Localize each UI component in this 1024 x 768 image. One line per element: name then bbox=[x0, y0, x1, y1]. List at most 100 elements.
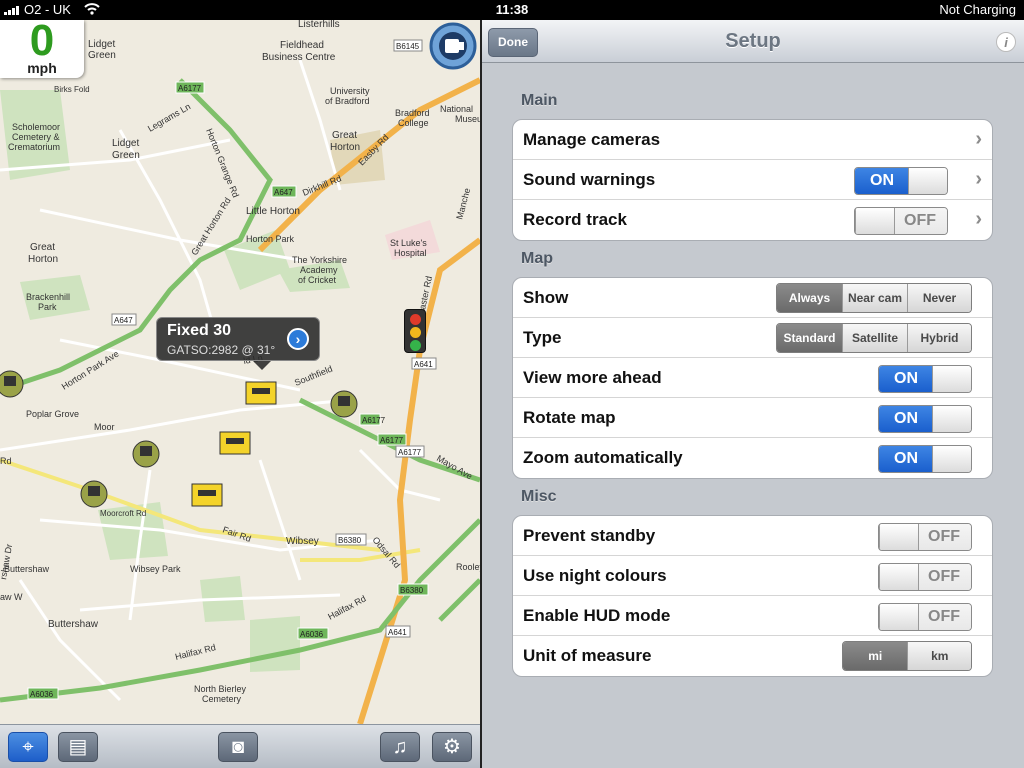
road-shield: A6036 bbox=[30, 690, 54, 699]
map-label: College bbox=[398, 118, 429, 128]
road-shield: A647 bbox=[274, 188, 293, 197]
map-label: of Cricket bbox=[298, 275, 337, 285]
map-label: Fieldhead bbox=[280, 40, 324, 51]
map-label: Legrams Ln bbox=[146, 101, 192, 133]
show-segmented-control[interactable]: Always Near cam Never bbox=[776, 283, 972, 313]
section-header-map: Map bbox=[521, 250, 553, 267]
mobile-camera-marker[interactable] bbox=[0, 370, 24, 398]
map-view[interactable]: Lidget Green Fieldhead Business Centre L… bbox=[0, 20, 480, 724]
map-label: North Bierley bbox=[194, 684, 247, 694]
speed-unit: mph bbox=[27, 60, 57, 76]
hud-mode-toggle[interactable]: OFF bbox=[878, 603, 972, 631]
camera-icon[interactable]: ◙ bbox=[218, 732, 258, 762]
gear-icon[interactable]: ⚙ bbox=[432, 732, 472, 762]
map-canvas[interactable]: Lidget Green Fieldhead Business Centre L… bbox=[0, 20, 480, 724]
road-shield: A6177 bbox=[178, 84, 202, 93]
hud-mode-row: Enable HUD mode OFF bbox=[513, 596, 992, 636]
map-label: Museu bbox=[455, 114, 480, 124]
record-track-row[interactable]: Record track OFF › bbox=[513, 200, 992, 240]
camera-status-icon[interactable] bbox=[428, 20, 478, 72]
row-label: Type bbox=[523, 328, 562, 347]
list-icon[interactable]: ▤ bbox=[58, 732, 98, 762]
map-label: Dirkhill Rd bbox=[301, 173, 343, 198]
row-label: Sound warnings bbox=[523, 170, 656, 189]
toggle-off-label: OFF bbox=[893, 208, 947, 234]
map-label: Green bbox=[112, 150, 140, 161]
type-segmented-control[interactable]: Standard Satellite Hybrid bbox=[776, 323, 972, 353]
mobile-camera-marker[interactable] bbox=[80, 480, 108, 508]
map-label: Rd bbox=[0, 456, 12, 466]
toggle-off-label: OFF bbox=[917, 604, 971, 630]
rotate-map-toggle[interactable]: ON bbox=[878, 405, 972, 433]
prevent-standby-toggle[interactable]: OFF bbox=[878, 523, 972, 551]
speed-camera-marker[interactable] bbox=[191, 483, 223, 507]
music-icon[interactable]: ♫ bbox=[380, 732, 420, 762]
map-label: Halifax Rd bbox=[174, 642, 217, 662]
unit-option-mi[interactable]: mi bbox=[843, 642, 908, 670]
toggle-off-label: OFF bbox=[917, 564, 971, 590]
speed-camera-marker[interactable] bbox=[245, 381, 277, 405]
map-label: National bbox=[440, 104, 473, 114]
setup-panel: Done Setup i Main Manage cameras › Sound… bbox=[482, 20, 1024, 768]
unit-option-km[interactable]: km bbox=[907, 642, 971, 670]
type-row: Type Standard Satellite Hybrid bbox=[513, 318, 992, 358]
row-label: View more ahead bbox=[523, 368, 662, 387]
chevron-right-icon: › bbox=[975, 208, 982, 230]
map-group: Show Always Near cam Never Type Standard… bbox=[512, 277, 993, 479]
unit-segmented-control[interactable]: mi km bbox=[842, 641, 972, 671]
toggle-knob bbox=[879, 564, 919, 590]
crosshair-icon[interactable]: ⌖ bbox=[8, 732, 48, 762]
type-option-satellite[interactable]: Satellite bbox=[842, 324, 907, 352]
prevent-standby-row: Prevent standby OFF bbox=[513, 516, 992, 556]
map-label: Poplar Grove bbox=[26, 409, 79, 419]
map-label: Cemetery bbox=[202, 694, 242, 704]
sound-warnings-toggle[interactable]: ON bbox=[854, 167, 948, 195]
row-label: Enable HUD mode bbox=[523, 606, 671, 625]
sound-warnings-row[interactable]: Sound warnings ON › bbox=[513, 160, 992, 200]
map-label: Horton bbox=[28, 254, 58, 265]
speed-camera-marker[interactable] bbox=[219, 431, 251, 455]
toggle-knob bbox=[932, 406, 971, 432]
section-header-misc: Misc bbox=[521, 488, 557, 505]
map-label: Green bbox=[88, 50, 116, 61]
unit-of-measure-row: Unit of measure mi km bbox=[513, 636, 992, 676]
status-bar: O2 - UK 11:38 Not Charging bbox=[0, 0, 1024, 20]
type-option-standard[interactable]: Standard bbox=[777, 324, 842, 352]
night-colours-row: Use night colours OFF bbox=[513, 556, 992, 596]
road-shield: B6380 bbox=[400, 586, 424, 595]
status-time: 11:38 bbox=[495, 2, 529, 17]
map-label: Moor bbox=[94, 422, 115, 432]
row-label: Use night colours bbox=[523, 566, 667, 585]
road-shield: A647 bbox=[114, 316, 133, 325]
map-toolbar: ⌖ ▤ ◙ ♫ ⚙ bbox=[0, 724, 480, 768]
row-label: Record track bbox=[523, 210, 627, 229]
manage-cameras-row[interactable]: Manage cameras › bbox=[513, 120, 992, 160]
info-icon[interactable]: i bbox=[996, 32, 1016, 52]
map-label: Southfield bbox=[293, 364, 334, 388]
map-label: Buttershaw bbox=[48, 619, 99, 630]
toggle-on-label: ON bbox=[855, 168, 909, 194]
map-label: Horton bbox=[330, 142, 360, 153]
mobile-camera-marker[interactable] bbox=[330, 390, 358, 418]
zoom-automatically-toggle[interactable]: ON bbox=[878, 445, 972, 473]
map-label: aw W bbox=[0, 592, 23, 602]
view-more-ahead-toggle[interactable]: ON bbox=[878, 365, 972, 393]
toggle-knob bbox=[879, 604, 919, 630]
road-shield: A641 bbox=[388, 628, 407, 637]
record-track-toggle[interactable]: OFF bbox=[854, 207, 948, 235]
show-option-never[interactable]: Never bbox=[907, 284, 971, 312]
misc-group: Prevent standby OFF Use night colours OF… bbox=[512, 515, 993, 677]
traffic-light-icon[interactable] bbox=[404, 309, 426, 353]
toggle-off-label: OFF bbox=[917, 524, 971, 550]
map-label: Listerhills bbox=[298, 20, 340, 30]
mobile-camera-marker[interactable] bbox=[132, 440, 160, 468]
toggle-knob bbox=[932, 446, 971, 472]
show-option-near-cam[interactable]: Near cam bbox=[842, 284, 907, 312]
night-colours-toggle[interactable]: OFF bbox=[878, 563, 972, 591]
chevron-right-icon[interactable]: › bbox=[287, 328, 309, 350]
section-header-main: Main bbox=[521, 92, 558, 109]
camera-callout[interactable]: Fixed 30 GATSO:2982 @ 31° › bbox=[156, 317, 320, 370]
show-option-always[interactable]: Always bbox=[777, 284, 842, 312]
type-option-hybrid[interactable]: Hybrid bbox=[907, 324, 971, 352]
chevron-right-icon: › bbox=[975, 168, 982, 190]
